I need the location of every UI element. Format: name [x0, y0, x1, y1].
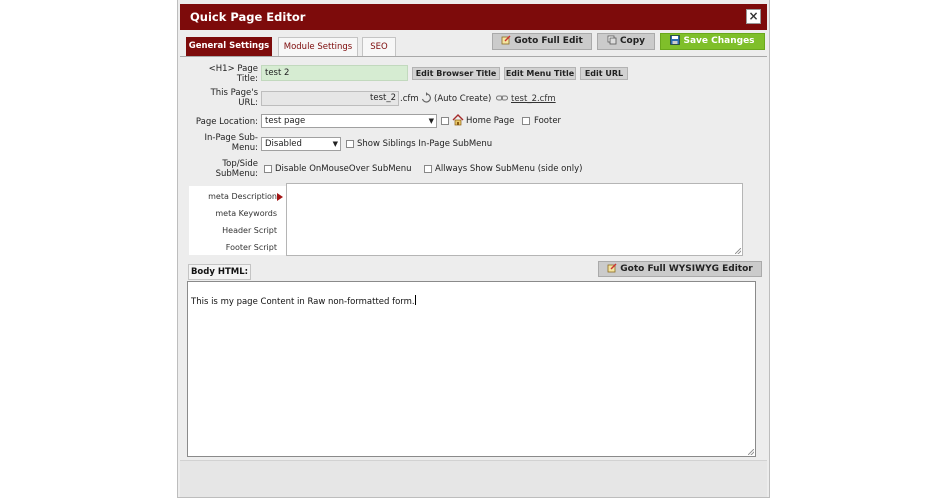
meta-nav-item-keywords[interactable]: meta Keywords [215, 209, 277, 218]
in-page-submenu-label-line2: Menu: [231, 143, 258, 153]
top-side-submenu-label-line2: SubMenu: [215, 169, 258, 179]
page-location-label: Page Location: [195, 117, 258, 127]
home-page-checkbox[interactable] [441, 117, 449, 125]
meta-nav-item-footer-script[interactable]: Footer Script [226, 243, 277, 252]
url-label-line2: URL: [238, 98, 258, 108]
tab-general-settings[interactable]: General Settings [186, 37, 272, 57]
tab-module-settings[interactable]: Module Settings [278, 37, 358, 57]
edit-icon [501, 35, 511, 51]
close-button[interactable]: × [746, 9, 761, 24]
body-html-content: This is my page Content in Raw non-forma… [191, 295, 416, 307]
meta-description-textarea[interactable] [286, 183, 743, 256]
dialog-title: Quick Page Editor [190, 10, 306, 24]
edit-menu-title-button[interactable]: Edit Menu Title [504, 67, 576, 80]
tab-body-html[interactable]: Body HTML: [188, 264, 251, 280]
disable-mouseover-text: Disable OnMouseOver SubMenu [275, 164, 412, 174]
copy-icon [607, 35, 617, 51]
home-icon [452, 114, 464, 129]
show-siblings-text: Show Siblings In-Page SubMenu [357, 139, 493, 149]
quick-page-editor-dialog: Quick Page Editor × General Settings Mod… [177, 0, 770, 498]
copy-label: Copy [619, 36, 646, 46]
chevron-down-icon: ▼ [428, 117, 434, 125]
in-page-submenu-label: In-Page Sub- Menu: [178, 133, 259, 153]
dialog-titlebar: Quick Page Editor × [180, 4, 767, 30]
goto-full-edit-button[interactable]: Goto Full Edit [492, 33, 592, 50]
footer-text: Footer [534, 116, 562, 126]
show-siblings-checkbox[interactable] [346, 140, 354, 148]
caret-right-icon [277, 193, 283, 204]
page-location-select[interactable]: test page ▼ [261, 114, 437, 128]
dialog-footer [180, 460, 767, 497]
save-icon [670, 35, 681, 51]
h1-title-label-line1: <H1> Page [208, 64, 258, 74]
body-html-text: This is my page Content in Raw non-forma… [191, 297, 415, 307]
in-page-submenu-select[interactable]: Disabled ▼ [261, 137, 341, 151]
url-suffix: .cfm [400, 94, 419, 104]
tab-seo[interactable]: SEO [362, 37, 396, 57]
top-side-submenu-label-line1: Top/Side [222, 159, 258, 169]
link-icon [496, 95, 508, 105]
home-page-text: Home Page [466, 116, 515, 126]
in-page-submenu-label-line1: In-Page Sub- [204, 133, 259, 143]
edit-browser-title-button[interactable]: Edit Browser Title [412, 67, 500, 80]
h1-title-input[interactable]: test 2 [261, 65, 408, 81]
edit-icon [607, 263, 617, 278]
resize-grip-icon[interactable] [735, 248, 741, 254]
refresh-icon[interactable] [421, 92, 431, 107]
copy-button[interactable]: Copy [597, 33, 655, 50]
resize-grip-icon[interactable] [748, 449, 754, 455]
chevron-down-icon: ▼ [332, 140, 338, 148]
h1-title-label: <H1> Page Title: [188, 64, 258, 84]
goto-full-wysiwyg-label: Goto Full WYSIWYG Editor [620, 264, 753, 274]
url-link[interactable]: test_2.cfm [511, 94, 556, 104]
save-changes-label: Save Changes [683, 36, 755, 46]
h1-title-label-line2: Title: [236, 74, 258, 84]
auto-create-text: (Auto Create) [434, 94, 492, 104]
text-cursor [414, 295, 416, 305]
save-changes-button[interactable]: Save Changes [660, 33, 765, 50]
in-page-submenu-value: Disabled [265, 139, 302, 149]
page-location-value: test page [265, 116, 306, 126]
url-label: This Page's URL: [188, 88, 258, 108]
footer-checkbox[interactable] [522, 117, 530, 125]
disable-mouseover-checkbox[interactable] [264, 165, 272, 173]
url-label-line1: This Page's [210, 88, 258, 98]
edit-url-button[interactable]: Edit URL [580, 67, 628, 80]
always-show-text: Allways Show SubMenu (side only) [435, 164, 583, 174]
top-side-submenu-label: Top/Side SubMenu: [178, 159, 258, 179]
body-html-textarea[interactable]: This is my page Content in Raw non-forma… [187, 281, 756, 457]
meta-nav-item-description[interactable]: meta Description [208, 192, 277, 201]
goto-full-wysiwyg-button[interactable]: Goto Full WYSIWYG Editor [598, 261, 762, 277]
always-show-checkbox[interactable] [424, 165, 432, 173]
meta-nav-item-header-script[interactable]: Header Script [222, 226, 277, 235]
tab-divider [180, 56, 767, 57]
goto-full-edit-label: Goto Full Edit [514, 36, 583, 46]
meta-nav: meta Description meta Keywords Header Sc… [189, 186, 287, 255]
url-input[interactable]: test_2 [261, 91, 399, 106]
